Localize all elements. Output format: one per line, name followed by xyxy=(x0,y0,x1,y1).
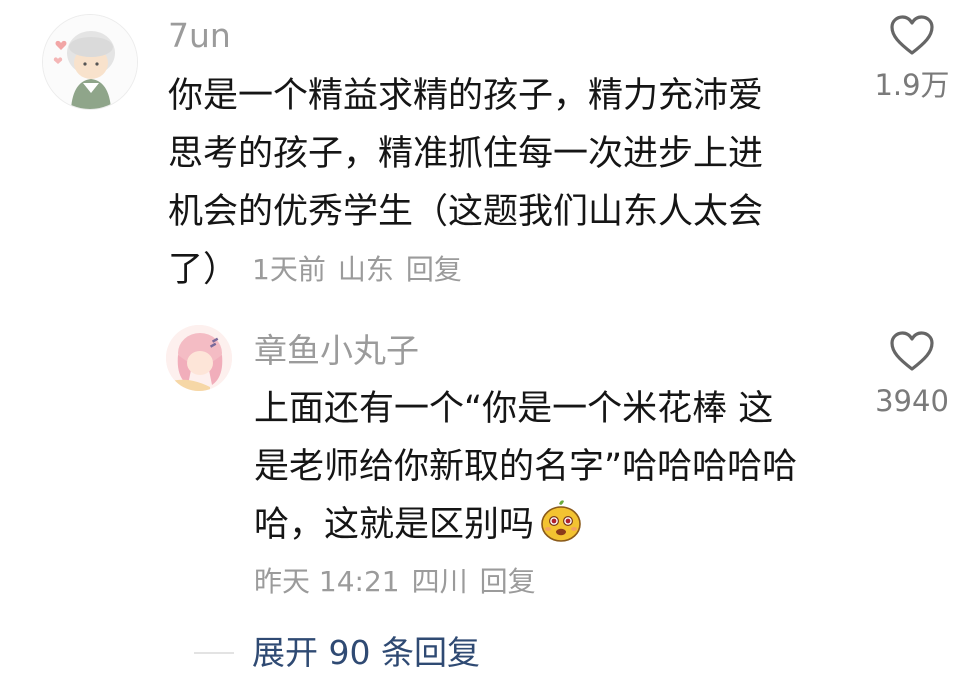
divider xyxy=(194,652,234,654)
comment-line: 机会的优秀学生（这题我们山东人太会 xyxy=(168,192,764,232)
like-button[interactable]: 1.9万 xyxy=(862,14,962,102)
comment-meta: 1天前 山东 回复 xyxy=(252,253,462,286)
comment-line-last: 了） 1天前 山东 回复 xyxy=(168,241,763,299)
comment-body[interactable]: 上面还有一个“你是一个米花棒 这 是老师给你新取的名字”哈哈哈哈哈 哈，这就是区… xyxy=(254,380,797,554)
comment-body[interactable]: 你是一个精益求精的孩子，精力充沛爱 思考的孩子，精准抓住每一次进步上进 机会的优… xyxy=(168,67,763,299)
comment-line: 上面还有一个“你是一个米花棒 这 xyxy=(254,389,774,429)
comment-line-text: 了） xyxy=(168,250,239,290)
comment-meta: 昨天 14:21 四川 回复 xyxy=(254,562,536,602)
expand-replies-button[interactable]: 展开 90 条回复 xyxy=(252,632,480,674)
avatar-image xyxy=(166,325,232,391)
comment-line: 思考的孩子，精准抓住每一次进步上进 xyxy=(168,134,764,174)
avatar[interactable] xyxy=(166,325,232,391)
like-button[interactable]: 3940 xyxy=(862,330,962,418)
comment-location: 四川 xyxy=(411,565,468,598)
reply-button[interactable]: 回复 xyxy=(406,253,462,286)
comment-location: 山东 xyxy=(337,253,394,286)
comment-time: 昨天 14:21 xyxy=(254,565,400,598)
comment-time: 1天前 xyxy=(252,253,326,286)
expand-replies[interactable]: 展开 90 条回复 xyxy=(194,632,480,674)
comment-line-last: 哈，这就是区别吗 xyxy=(254,496,797,554)
comment-thread: 7un 你是一个精益求精的孩子，精力充沛爱 思考的孩子，精准抓住每一次进步上进 … xyxy=(0,0,979,686)
reply-button[interactable]: 回复 xyxy=(480,565,536,598)
like-count: 3940 xyxy=(875,384,949,418)
username[interactable]: 7un xyxy=(168,16,231,56)
heart-outline-icon xyxy=(890,331,934,371)
comment-line: 你是一个精益求精的孩子，精力充沛爱 xyxy=(168,76,764,116)
username[interactable]: 章鱼小丸子 xyxy=(254,331,419,371)
avatar-image xyxy=(43,15,137,109)
like-count: 1.9万 xyxy=(874,68,950,102)
comment-line-text: 哈，这就是区别吗 xyxy=(254,505,535,545)
comment-line: 是老师给你新取的名字”哈哈哈哈哈 xyxy=(254,447,798,487)
avatar[interactable] xyxy=(42,14,138,110)
sticker-emoji-icon xyxy=(538,498,584,544)
heart-outline-icon xyxy=(890,15,934,55)
